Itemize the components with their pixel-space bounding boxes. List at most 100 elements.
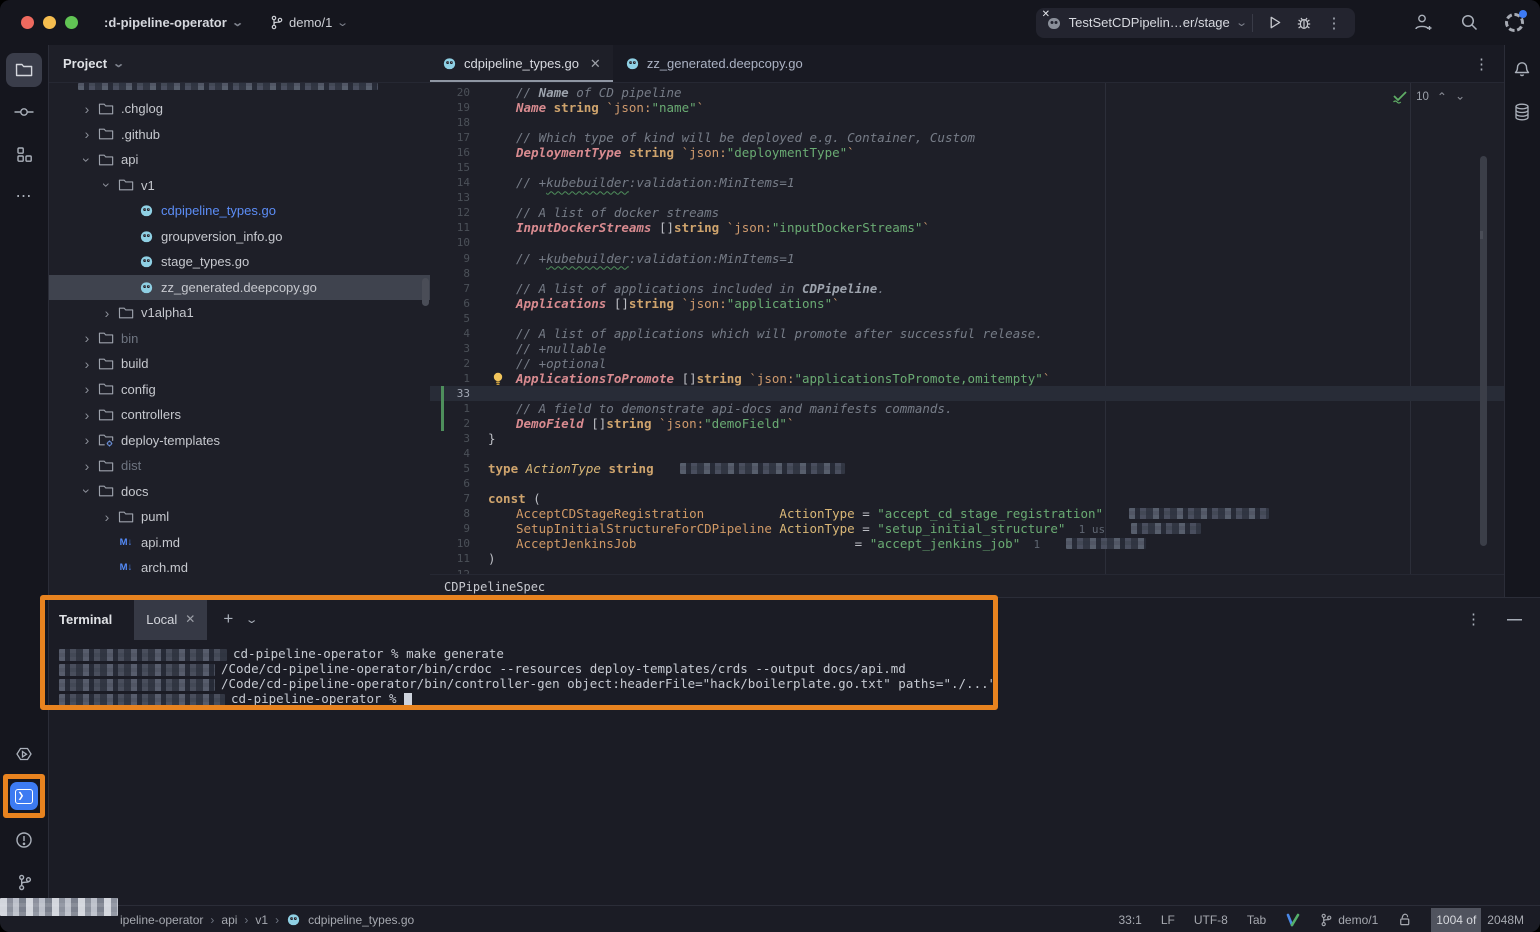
code-line[interactable]: 10AcceptJenkinsJob = "accept_jenkins_job… [430, 536, 1505, 551]
settings-gear-icon[interactable] [1505, 13, 1524, 32]
chevron-down-icon[interactable]: › [79, 151, 95, 169]
notifications-tool-button[interactable] [1512, 58, 1532, 78]
tab-zz-generated-deepcopy[interactable]: zz_generated.deepcopy.go [613, 45, 815, 82]
close-window-button[interactable] [21, 16, 34, 29]
terminal-output[interactable]: cd-pipeline-operator % make generate/Cod… [49, 640, 1540, 706]
code-line[interactable]: 4// A list of applications which will pr… [430, 326, 1505, 341]
indent-style[interactable]: Tab [1247, 913, 1266, 927]
tree-item-redacted[interactable] [49, 83, 430, 96]
code-line[interactable]: 2// +optional [430, 356, 1505, 371]
memory-indicator[interactable]: 1004 of 2048M [1431, 906, 1530, 932]
caret-position[interactable]: 33:1 [1118, 913, 1141, 927]
tree-item-config[interactable]: ›config [49, 377, 430, 403]
tree-item-docs[interactable]: ›docs [49, 479, 430, 505]
run-more-actions-button[interactable]: ⋮ [1319, 10, 1349, 36]
terminal-options-button[interactable]: ⋮ [1466, 610, 1481, 628]
code-line[interactable]: 6 [430, 476, 1505, 491]
terminal-tab-local[interactable]: Local ✕ [134, 598, 207, 640]
chevron-right-icon[interactable]: › [78, 126, 96, 142]
search-icon[interactable] [1460, 13, 1479, 32]
project-title-widget[interactable]: :d-pipeline-operator ⌄ [104, 15, 242, 30]
tree-item-puml[interactable]: ›puml [49, 504, 430, 530]
run-tool-button[interactable] [6, 737, 42, 771]
tree-item-v1alpha1[interactable]: ›v1alpha1 [49, 300, 430, 326]
tree-item-stage_types.go[interactable]: stage_types.go [49, 249, 430, 275]
code-line[interactable]: 7// A list of applications included in C… [430, 281, 1505, 296]
code-line[interactable]: 16DeploymentType string `json:"deploymen… [430, 145, 1505, 160]
chevron-down-icon[interactable]: › [79, 482, 95, 500]
code-line[interactable]: 4 [430, 446, 1505, 461]
git-tool-button[interactable] [6, 865, 42, 899]
hide-terminal-button[interactable]: — [1507, 611, 1522, 628]
code-line[interactable]: 11) [430, 551, 1505, 566]
tree-item-api[interactable]: ›api [49, 147, 430, 173]
chevron-right-icon[interactable]: › [78, 432, 96, 448]
code-line[interactable]: 3} [430, 431, 1505, 446]
prev-problem-icon[interactable]: ⌃ [1437, 90, 1447, 104]
code-line[interactable]: 1// A field to demonstrate api-docs and … [430, 401, 1505, 416]
commit-tool-button[interactable] [6, 95, 42, 129]
tree-item-zz_generated.deepcopy.go[interactable]: zz_generated.deepcopy.go [49, 275, 430, 301]
code-line[interactable]: 20// Name of CD pipeline [430, 85, 1505, 100]
code-line[interactable]: 5 [430, 311, 1505, 326]
maximize-window-button[interactable] [65, 16, 78, 29]
code-line[interactable]: 8AcceptCDStageRegistration ActionType = … [430, 506, 1505, 521]
add-user-icon[interactable] [1413, 13, 1434, 32]
more-tools-button[interactable]: ⋯ [6, 179, 42, 213]
code-line[interactable]: 5type ActionType string [430, 461, 1505, 476]
project-tool-button[interactable] [6, 53, 42, 87]
run-configuration-name[interactable]: TestSetCDPipelin…er/stage [1069, 15, 1230, 30]
status-breadcrumb[interactable]: ipeline-operator›api›v1›cdpipeline_types… [120, 912, 414, 927]
code-line[interactable]: 11InputDockerStreams []string `json:"inp… [430, 220, 1505, 235]
code-line[interactable]: 9// +kubebuilder:validation:MinItems=1 [430, 251, 1505, 266]
code-line[interactable]: 2DemoField []string `json:"demoField"` [430, 416, 1505, 431]
tree-item-controllers[interactable]: ›controllers [49, 402, 430, 428]
status-branch-widget[interactable]: demo/1 [1320, 913, 1378, 927]
window-controls[interactable] [21, 16, 78, 29]
breadcrumb-segment[interactable]: ipeline-operator [120, 913, 203, 927]
chevron-right-icon[interactable]: › [98, 305, 116, 321]
tree-item-deploy-templates[interactable]: ›deploy-templates [49, 428, 430, 454]
chevron-right-icon[interactable]: › [78, 381, 96, 397]
code-line[interactable]: 12// A list of docker streams [430, 205, 1505, 220]
chevron-right-icon[interactable]: › [78, 458, 96, 474]
editor-scrollbar-thumb[interactable] [1480, 156, 1487, 546]
minimize-window-button[interactable] [43, 16, 56, 29]
code-line[interactable]: 17// Which type of kind will be deployed… [430, 130, 1505, 145]
file-encoding[interactable]: UTF-8 [1194, 913, 1228, 927]
tree-item-cdpipeline_types.go[interactable]: cdpipeline_types.go [49, 198, 430, 224]
code-line[interactable]: 15 [430, 160, 1505, 175]
editor-breadcrumb[interactable]: CDPipelineSpec [430, 574, 1505, 598]
code-lines[interactable]: 20// Name of CD pipeline19Name string `j… [430, 85, 1505, 574]
structure-tool-button[interactable] [6, 137, 42, 171]
problems-tool-button[interactable] [6, 823, 42, 857]
proofread-check-icon[interactable] [1285, 913, 1301, 927]
tree-item-build[interactable]: ›build [49, 351, 430, 377]
terminal-dropdown-icon[interactable]: ⌄ [245, 613, 259, 626]
editor-options-button[interactable]: ⋮ [1458, 45, 1505, 82]
breadcrumb-segment[interactable]: v1 [255, 913, 268, 927]
project-panel-header[interactable]: Project ⌄ [49, 45, 430, 83]
next-problem-icon[interactable]: ⌃ [1455, 88, 1465, 102]
tree-item-bin[interactable]: ›bin [49, 326, 430, 352]
code-line[interactable]: 9SetupInitialStructureForCDPipeline Acti… [430, 521, 1505, 536]
chevron-down-icon[interactable]: ⌄ [1235, 16, 1248, 29]
breadcrumb-segment[interactable]: api [221, 913, 237, 927]
code-line[interactable]: 7const ( [430, 491, 1505, 506]
tree-item-.chglog[interactable]: ›.chglog [49, 96, 430, 122]
run-button[interactable] [1259, 10, 1289, 36]
code-line[interactable]: 12 [430, 567, 1505, 575]
chevron-right-icon[interactable]: › [78, 101, 96, 117]
tree-item-.github[interactable]: ›.github [49, 122, 430, 148]
code-line[interactable]: 14// +kubebuilder:validation:MinItems=1 [430, 175, 1505, 190]
terminal-tool-button[interactable] [6, 779, 42, 813]
tree-item-groupversion_info.go[interactable]: groupversion_info.go [49, 224, 430, 250]
chevron-down-icon[interactable]: › [99, 176, 115, 194]
tab-cdpipeline-types[interactable]: cdpipeline_types.go ✕ [430, 45, 613, 82]
code-line-caret[interactable]: 33 [430, 386, 1505, 401]
intention-bulb-icon[interactable] [492, 372, 504, 386]
code-line[interactable]: 19Name string `json:"name"` [430, 100, 1505, 115]
new-terminal-button[interactable]: + [223, 609, 233, 629]
tree-scrollbar-thumb[interactable] [422, 278, 429, 306]
tree-item-api.md[interactable]: M↓api.md [49, 530, 430, 556]
